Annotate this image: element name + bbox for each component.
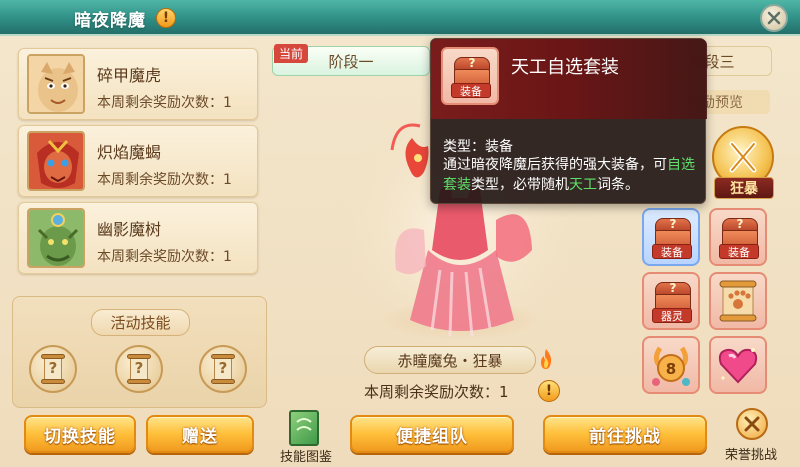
title-alert-icon[interactable]: ! [156, 8, 176, 28]
item-tag: 装备 [652, 244, 692, 259]
tooltip-title: 天工自选套装 [511, 57, 619, 78]
current-stage-badge: 当前 [274, 44, 309, 63]
boss-name: 碎甲魔虎 [97, 66, 162, 85]
boss-reward-count: 本周剩余奖励次数：1 [97, 249, 232, 265]
boss-reward-count: 本周剩余奖励次数：1 [97, 95, 232, 111]
pink-heart-gem-icon [718, 348, 758, 384]
boss-name: 幽影魔树 [97, 220, 162, 239]
unknown-scroll-icon: ? [210, 354, 236, 384]
boss-name: 炽焰魔蝎 [97, 143, 162, 162]
reward-item-equip-2[interactable]: ? 装备 [709, 208, 767, 266]
character-name: 赤瞳魔兔・狂暴 [364, 346, 536, 374]
scorpion-demon-portrait [27, 131, 85, 191]
reward-item-equip-1[interactable]: ? 装备 [642, 208, 700, 266]
activity-skill-panel: 活动技能 ? ? ? [12, 296, 267, 408]
boss-card-scorpion[interactable]: 炽焰魔蝎 本周剩余奖励次数：1 [18, 125, 258, 197]
switch-skill-button[interactable]: 切换技能 [24, 415, 136, 453]
book-icon [289, 410, 319, 446]
reward-item-scroll[interactable] [709, 272, 767, 330]
boss-list: 碎甲魔虎 本周剩余奖励次数：1 炽焰魔蝎 本周剩余奖励次数：1 幽影魔树 本周剩… [18, 48, 258, 279]
quick-team-button[interactable]: 便捷组队 [350, 415, 514, 453]
reward-item-medal[interactable]: 8 [642, 336, 700, 394]
item-tag: 器灵 [652, 308, 692, 323]
boss-reward-count: 本周剩余奖励次数：1 [97, 172, 232, 188]
skill-slot-2[interactable]: ? [115, 345, 163, 393]
skill-codex-label: 技能图鉴 [279, 450, 332, 465]
close-button[interactable] [760, 4, 788, 32]
flame-icon [541, 349, 552, 369]
character-reward-count: 本周剩余奖励次数：1 [364, 383, 509, 401]
skill-slot-1[interactable]: ? [29, 345, 77, 393]
unknown-scroll-icon: ? [40, 354, 66, 384]
item-tag: 装备 [719, 244, 759, 259]
tiger-demon-portrait [27, 54, 85, 114]
honor-challenge-label: 荣誉挑战 [724, 448, 777, 463]
reward-item-heart-gem[interactable] [709, 336, 767, 394]
game-window: 暗夜降魔 ! 碎甲魔虎 本周剩余奖励次数：1 炽焰魔蝎 本周剩余奖励次数：1 幽… [0, 0, 800, 467]
tooltip-item-icon: ? 装备 [441, 47, 499, 105]
item-tag: 装备 [451, 83, 491, 98]
boss-card-tree[interactable]: 幽影魔树 本周剩余奖励次数：1 [18, 202, 258, 274]
paw-scroll-icon [719, 280, 757, 322]
title-group: 暗夜降魔 ! [8, 3, 188, 33]
honor-emblem-icon [736, 408, 768, 440]
tooltip-type: 类型：装备 [443, 139, 513, 155]
svg-text:8: 8 [666, 360, 676, 378]
berserk-label: 狂暴 [714, 177, 774, 199]
tooltip-description: 通过暗夜降魔后获得的强大装备，可自选套装类型，必带随机天工词条。 [443, 157, 695, 193]
boss-card-tiger[interactable]: 碎甲魔虎 本周剩余奖励次数：1 [18, 48, 258, 120]
info-icon[interactable]: ! [538, 380, 560, 402]
reward-item-spirit[interactable]: ? 器灵 [642, 272, 700, 330]
unknown-scroll-icon: ? [126, 354, 152, 384]
skill-codex-button[interactable]: 技能图鉴 [274, 408, 338, 465]
gift-button[interactable]: 赠送 [146, 415, 254, 453]
honor-challenge-button[interactable]: 荣誉挑战 [716, 408, 786, 464]
activity-skill-title: 活动技能 [91, 309, 190, 336]
page-title: 暗夜降魔 [74, 10, 146, 31]
tree-demon-portrait [27, 208, 85, 268]
close-icon [767, 11, 781, 25]
skill-slot-3[interactable]: ? [199, 345, 247, 393]
go-challenge-button[interactable]: 前往挑战 [543, 415, 707, 453]
orange-medal-icon: 8 [652, 346, 690, 386]
item-tooltip: ? 装备 天工自选套装 类型：装备 通过暗夜降魔后获得的强大装备，可自选套装类型… [430, 38, 707, 204]
